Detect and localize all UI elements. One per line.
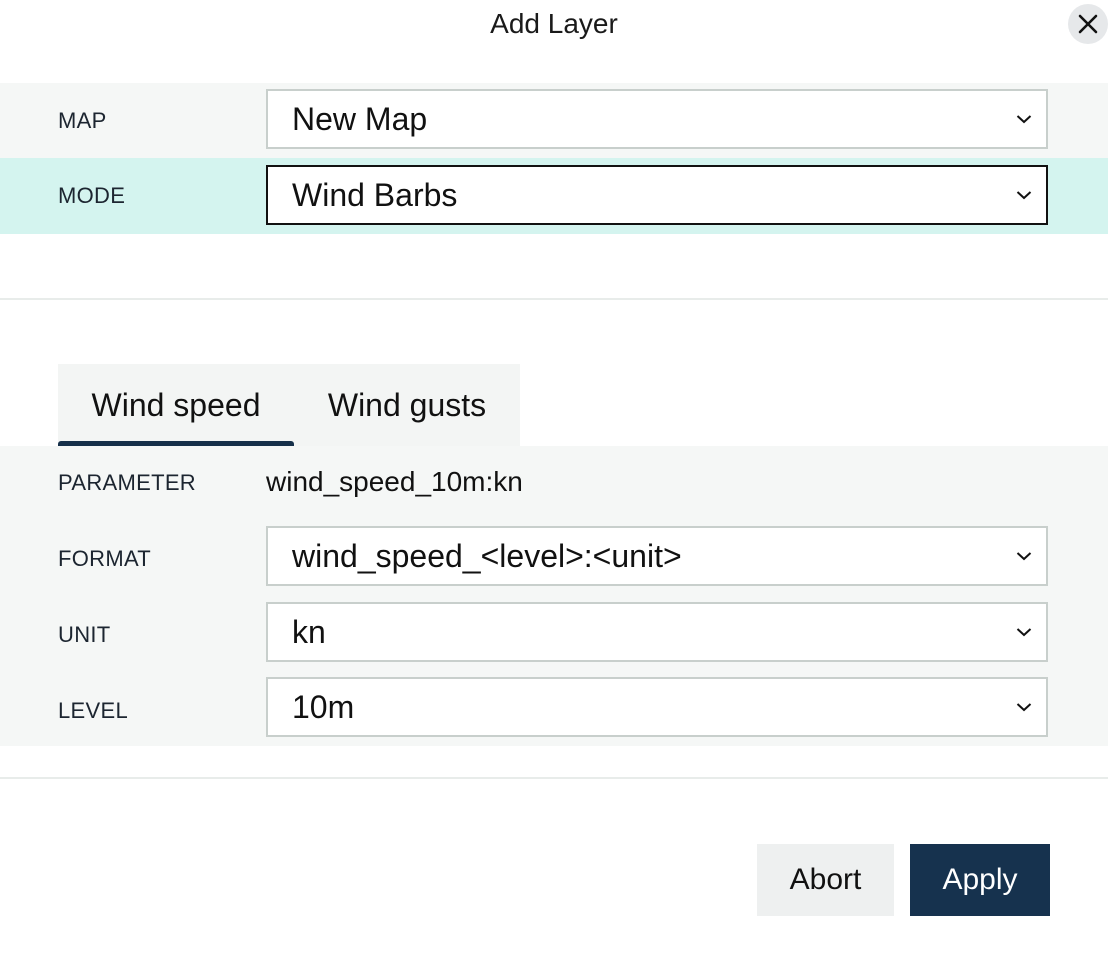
parameter-label: PARAMETER	[58, 470, 196, 495]
map-select[interactable]: New Map	[266, 89, 1048, 149]
mode-label: MODE	[58, 183, 126, 208]
mode-select-value: Wind Barbs	[292, 177, 458, 213]
add-layer-dialog: Add Layer MAP New Map MODE Wind Barbs Wi…	[0, 0, 1108, 978]
parameter-value: wind_speed_10m:kn	[266, 466, 523, 497]
tab-wind-gusts[interactable]: Wind gusts	[294, 364, 520, 446]
close-button[interactable]	[1068, 4, 1108, 44]
unit-row: UNIT kn	[0, 598, 1108, 674]
unit-label: UNIT	[58, 622, 111, 647]
chevron-down-icon	[1016, 552, 1032, 561]
mode-select[interactable]: Wind Barbs	[266, 165, 1048, 225]
dialog-title: Add Layer	[490, 8, 618, 39]
level-row: LEVEL 10m	[0, 674, 1108, 750]
mode-row: MODE Wind Barbs	[0, 158, 1108, 234]
parameter-panel: PARAMETER wind_speed_10m:kn FORMAT wind_…	[0, 446, 1108, 746]
level-select[interactable]: 10m	[266, 677, 1048, 737]
level-select-value: 10m	[292, 689, 355, 725]
abort-button[interactable]: Abort	[757, 844, 894, 916]
chevron-down-icon	[1016, 703, 1032, 712]
level-label: LEVEL	[58, 698, 128, 723]
unit-select[interactable]: kn	[266, 602, 1048, 662]
tab-wind-gusts-label: Wind gusts	[327, 387, 487, 423]
chevron-down-icon	[1016, 628, 1032, 637]
divider	[0, 298, 1108, 300]
map-select-value: New Map	[292, 101, 428, 137]
format-label: FORMAT	[58, 546, 152, 571]
tab-wind-speed[interactable]: Wind speed	[58, 364, 294, 446]
format-select-value: wind_speed_<level>:<unit>	[292, 538, 682, 574]
format-select[interactable]: wind_speed_<level>:<unit>	[266, 526, 1048, 586]
apply-button[interactable]: Apply	[910, 844, 1050, 916]
parameter-row: PARAMETER wind_speed_10m:kn	[0, 446, 1108, 522]
divider	[0, 777, 1108, 779]
format-row: FORMAT wind_speed_<level>:<unit>	[0, 522, 1108, 598]
unit-select-value: kn	[292, 614, 326, 650]
map-row: MAP New Map	[0, 83, 1108, 158]
chevron-down-icon	[1016, 191, 1032, 200]
map-label: MAP	[58, 108, 107, 133]
tab-bar: Wind speed Wind gusts	[58, 364, 520, 446]
close-icon	[1078, 14, 1098, 34]
tab-wind-speed-label: Wind speed	[91, 387, 261, 423]
chevron-down-icon	[1016, 115, 1032, 124]
